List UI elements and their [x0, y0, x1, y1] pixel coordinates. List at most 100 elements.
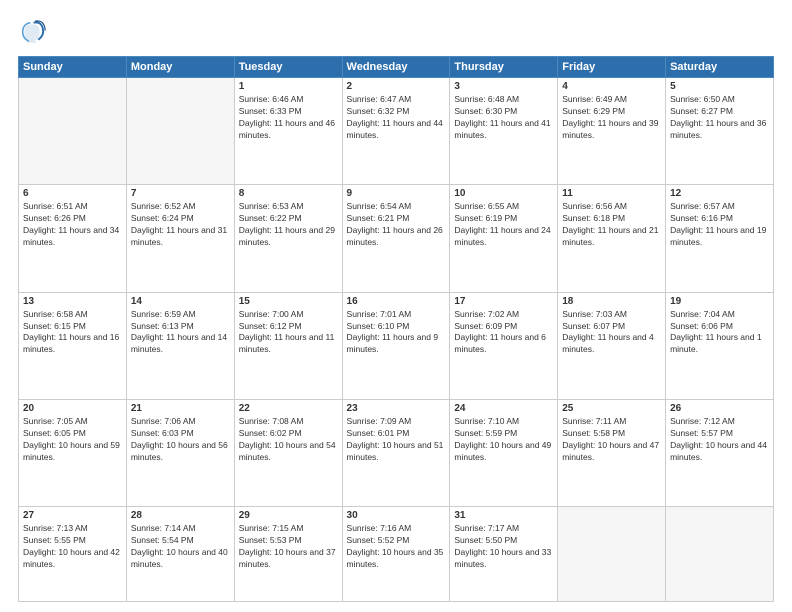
cell-content: Sunrise: 7:14 AM Sunset: 5:54 PM Dayligh… [131, 523, 230, 571]
day-number: 10 [454, 188, 553, 199]
cell-content: Sunrise: 7:11 AM Sunset: 5:58 PM Dayligh… [562, 416, 661, 464]
day-number: 28 [131, 510, 230, 521]
calendar-cell: 18 Sunrise: 7:03 AM Sunset: 6:07 PM Dayli… [558, 292, 666, 399]
cell-content: Sunrise: 6:58 AM Sunset: 6:15 PM Dayligh… [23, 309, 122, 357]
day-number: 14 [131, 296, 230, 307]
day-number: 20 [23, 403, 122, 414]
cell-content: Sunrise: 6:47 AM Sunset: 6:32 PM Dayligh… [347, 94, 446, 142]
calendar-cell [126, 78, 234, 185]
day-number: 5 [670, 81, 769, 92]
cell-content: Sunrise: 6:55 AM Sunset: 6:19 PM Dayligh… [454, 201, 553, 249]
cell-content: Sunrise: 7:02 AM Sunset: 6:09 PM Dayligh… [454, 309, 553, 357]
header-cell-tuesday: Tuesday [234, 57, 342, 78]
cell-content: Sunrise: 7:03 AM Sunset: 6:07 PM Dayligh… [562, 309, 661, 357]
calendar-cell: 5 Sunrise: 6:50 AM Sunset: 6:27 PM Daylig… [666, 78, 774, 185]
cell-content: Sunrise: 7:00 AM Sunset: 6:12 PM Dayligh… [239, 309, 338, 357]
calendar-header: SundayMondayTuesdayWednesdayThursdayFrid… [19, 57, 774, 78]
calendar-cell: 3Sunrise: 6:48 AM Sunset: 6:30 PM Daylig… [450, 78, 558, 185]
calendar-cell: 13Sunrise: 6:58 AM Sunset: 6:15 PM Dayli… [19, 292, 127, 399]
cell-content: Sunrise: 7:01 AM Sunset: 6:10 PM Dayligh… [347, 309, 446, 357]
header-cell-monday: Monday [126, 57, 234, 78]
calendar-cell: 31 Sunrise: 7:17 AM Sunset: 5:50 PM Dayli… [450, 507, 558, 602]
calendar-cell [19, 78, 127, 185]
cell-content: Sunrise: 7:06 AM Sunset: 6:03 PM Dayligh… [131, 416, 230, 464]
day-number: 24 [454, 403, 553, 414]
week-row-4: 20 Sunrise: 7:05 AM Sunset: 6:05 PM Dayli… [19, 399, 774, 506]
calendar-cell [666, 507, 774, 602]
calendar-cell: 28 Sunrise: 7:14 AM Sunset: 5:54 PM Dayli… [126, 507, 234, 602]
cell-content: Sunrise: 6:46 AM Sunset: 6:33 PM Dayligh… [239, 94, 338, 142]
header-cell-friday: Friday [558, 57, 666, 78]
day-number: 27 [23, 510, 122, 521]
calendar-cell: 2 Sunrise: 6:47 AM Sunset: 6:32 PM Daylig… [342, 78, 450, 185]
day-number: 16 [347, 296, 446, 307]
calendar-cell: 27 Sunrise: 7:13 AM Sunset: 5:55 PM Dayli… [19, 507, 127, 602]
header-cell-saturday: Saturday [666, 57, 774, 78]
day-number: 30 [347, 510, 446, 521]
cell-content: Sunrise: 6:56 AM Sunset: 6:18 PM Dayligh… [562, 201, 661, 249]
calendar-cell: 12Sunrise: 6:57 AM Sunset: 6:16 PM Dayli… [666, 185, 774, 292]
day-number: 31 [454, 510, 553, 521]
day-number: 7 [131, 188, 230, 199]
cell-content: Sunrise: 7:17 AM Sunset: 5:50 PM Dayligh… [454, 523, 553, 571]
day-number: 29 [239, 510, 338, 521]
header-cell-thursday: Thursday [450, 57, 558, 78]
calendar-cell: 9 Sunrise: 6:54 AM Sunset: 6:21 PM Daylig… [342, 185, 450, 292]
calendar-cell: 14 Sunrise: 6:59 AM Sunset: 6:13 PM Dayli… [126, 292, 234, 399]
cell-content: Sunrise: 7:04 AM Sunset: 6:06 PM Dayligh… [670, 309, 769, 357]
page: SundayMondayTuesdayWednesdayThursdayFrid… [0, 0, 792, 612]
calendar-cell: 26Sunrise: 7:12 AM Sunset: 5:57 PM Dayli… [666, 399, 774, 506]
calendar-cell: 22 Sunrise: 7:08 AM Sunset: 6:02 PM Dayli… [234, 399, 342, 506]
header-cell-sunday: Sunday [19, 57, 127, 78]
calendar-cell: 20 Sunrise: 7:05 AM Sunset: 6:05 PM Dayli… [19, 399, 127, 506]
day-number: 8 [239, 188, 338, 199]
cell-content: Sunrise: 6:53 AM Sunset: 6:22 PM Dayligh… [239, 201, 338, 249]
header-row: SundayMondayTuesdayWednesdayThursdayFrid… [19, 57, 774, 78]
day-number: 25 [562, 403, 661, 414]
cell-content: Sunrise: 6:50 AM Sunset: 6:27 PM Dayligh… [670, 94, 769, 142]
calendar-cell [558, 507, 666, 602]
week-row-1: 1Sunrise: 6:46 AM Sunset: 6:33 PM Daylig… [19, 78, 774, 185]
cell-content: Sunrise: 6:52 AM Sunset: 6:24 PM Dayligh… [131, 201, 230, 249]
logo-icon [18, 18, 46, 46]
day-number: 21 [131, 403, 230, 414]
day-number: 9 [347, 188, 446, 199]
calendar-cell: 17 Sunrise: 7:02 AM Sunset: 6:09 PM Dayli… [450, 292, 558, 399]
calendar-cell: 25 Sunrise: 7:11 AM Sunset: 5:58 PM Dayli… [558, 399, 666, 506]
calendar-cell: 7 Sunrise: 6:52 AM Sunset: 6:24 PM Daylig… [126, 185, 234, 292]
cell-content: Sunrise: 6:57 AM Sunset: 6:16 PM Dayligh… [670, 201, 769, 249]
calendar-cell: 10 Sunrise: 6:55 AM Sunset: 6:19 PM Dayli… [450, 185, 558, 292]
cell-content: Sunrise: 6:54 AM Sunset: 6:21 PM Dayligh… [347, 201, 446, 249]
cell-content: Sunrise: 7:05 AM Sunset: 6:05 PM Dayligh… [23, 416, 122, 464]
calendar-cell: 11Sunrise: 6:56 AM Sunset: 6:18 PM Dayli… [558, 185, 666, 292]
day-number: 19 [670, 296, 769, 307]
calendar-cell: 6 Sunrise: 6:51 AM Sunset: 6:26 PM Daylig… [19, 185, 127, 292]
day-number: 17 [454, 296, 553, 307]
calendar-cell: 4Sunrise: 6:49 AM Sunset: 6:29 PM Daylig… [558, 78, 666, 185]
day-number: 2 [347, 81, 446, 92]
cell-content: Sunrise: 7:08 AM Sunset: 6:02 PM Dayligh… [239, 416, 338, 464]
calendar-cell: 15Sunrise: 7:00 AM Sunset: 6:12 PM Dayli… [234, 292, 342, 399]
calendar-cell: 8 Sunrise: 6:53 AM Sunset: 6:22 PM Daylig… [234, 185, 342, 292]
cell-content: Sunrise: 6:51 AM Sunset: 6:26 PM Dayligh… [23, 201, 122, 249]
calendar-cell: 1Sunrise: 6:46 AM Sunset: 6:33 PM Daylig… [234, 78, 342, 185]
header-cell-wednesday: Wednesday [342, 57, 450, 78]
cell-content: Sunrise: 7:10 AM Sunset: 5:59 PM Dayligh… [454, 416, 553, 464]
day-number: 22 [239, 403, 338, 414]
day-number: 18 [562, 296, 661, 307]
calendar-cell: 29Sunrise: 7:15 AM Sunset: 5:53 PM Dayli… [234, 507, 342, 602]
week-row-3: 13Sunrise: 6:58 AM Sunset: 6:15 PM Dayli… [19, 292, 774, 399]
calendar-cell: 24 Sunrise: 7:10 AM Sunset: 5:59 PM Dayli… [450, 399, 558, 506]
day-number: 6 [23, 188, 122, 199]
logo [18, 18, 48, 46]
calendar-table: SundayMondayTuesdayWednesdayThursdayFrid… [18, 56, 774, 602]
week-row-5: 27 Sunrise: 7:13 AM Sunset: 5:55 PM Dayli… [19, 507, 774, 602]
day-number: 26 [670, 403, 769, 414]
cell-content: Sunrise: 6:49 AM Sunset: 6:29 PM Dayligh… [562, 94, 661, 142]
day-number: 3 [454, 81, 553, 92]
calendar-cell: 30Sunrise: 7:16 AM Sunset: 5:52 PM Dayli… [342, 507, 450, 602]
calendar-cell: 16 Sunrise: 7:01 AM Sunset: 6:10 PM Dayli… [342, 292, 450, 399]
header [18, 18, 774, 46]
cell-content: Sunrise: 6:59 AM Sunset: 6:13 PM Dayligh… [131, 309, 230, 357]
cell-content: Sunrise: 7:13 AM Sunset: 5:55 PM Dayligh… [23, 523, 122, 571]
